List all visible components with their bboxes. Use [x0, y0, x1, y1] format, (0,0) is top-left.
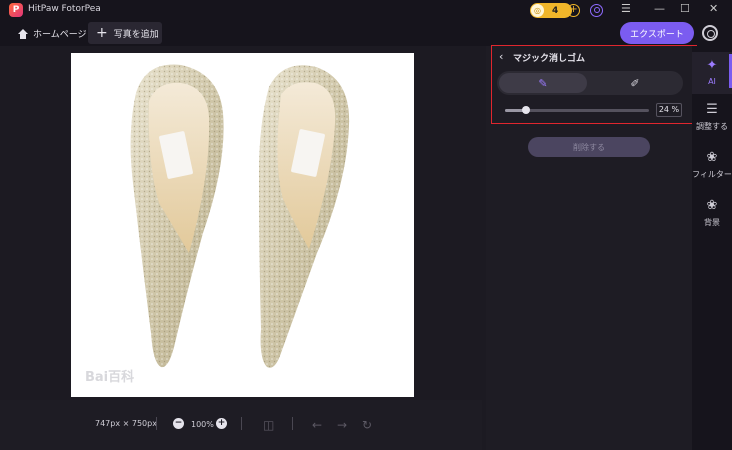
erase-button[interactable]: 削除する — [528, 137, 650, 157]
add-coins-icon[interactable]: + — [567, 4, 580, 17]
divider — [292, 417, 293, 430]
redo-icon[interactable]: → — [337, 418, 347, 432]
add-photo-button[interactable]: + 写真を追加 — [88, 22, 162, 44]
eraser-mode-button[interactable]: ✐ — [590, 73, 680, 93]
reset-icon[interactable]: ↻ — [362, 418, 372, 432]
rail-item-label: 背景 — [704, 218, 720, 227]
zoom-out-button[interactable]: − — [173, 418, 184, 429]
plus-icon: + — [96, 25, 108, 41]
coin-count: 4 — [552, 5, 559, 16]
photo-canvas[interactable] — [71, 53, 414, 397]
rail-item-label: フィルター — [692, 170, 732, 179]
coin-balance[interactable]: ◎ 4 — [530, 3, 572, 18]
background-circles-icon: ❀ — [706, 198, 718, 213]
rail-item-label: AI — [708, 77, 716, 86]
watermark: Bai百科 — [85, 370, 135, 385]
magic-eraser-title: マジック消しゴム — [513, 54, 586, 64]
brush-size-slider[interactable] — [505, 106, 649, 114]
add-photo-label: 写真を追加 — [113, 29, 159, 40]
rail-item-background[interactable]: ❀ 背景 — [692, 192, 732, 234]
shoes-image — [130, 64, 350, 368]
slider-handle[interactable] — [522, 106, 530, 114]
app-title: HitPaw FotorPea — [28, 4, 101, 14]
brush-mode-button[interactable]: ✎ — [499, 73, 587, 93]
sliders-icon: ☰ — [706, 102, 718, 117]
divider — [156, 417, 157, 430]
rail-item-adjust[interactable]: ☰ 調整する — [692, 96, 732, 138]
minimize-icon[interactable]: — — [654, 2, 665, 15]
undo-icon[interactable]: ← — [312, 418, 322, 432]
filter-circles-icon: ❀ — [706, 150, 718, 165]
app-logo-icon: P — [9, 3, 23, 17]
rail-item-label: 調整する — [696, 122, 728, 131]
home-icon — [18, 28, 28, 39]
home-label: ホームページ — [33, 30, 87, 40]
brush-size-value[interactable]: 24 % — [656, 103, 682, 117]
settings-gear-icon[interactable] — [702, 25, 718, 41]
close-icon[interactable]: ✕ — [709, 2, 718, 15]
export-button[interactable]: エクスポート — [620, 22, 694, 44]
brush-icon: ✎ — [538, 76, 548, 90]
rail-item-ai[interactable]: ✦ AI — [692, 52, 732, 94]
zoom-in-button[interactable]: + — [216, 418, 227, 429]
menu-icon[interactable]: ☰ — [621, 2, 631, 15]
home-button[interactable]: ホームページ — [18, 27, 87, 40]
maximize-icon[interactable]: ☐ — [680, 2, 690, 15]
image-dimensions: 747px × 750px — [95, 419, 157, 428]
zoom-level: 100% — [191, 420, 214, 429]
rail-item-filter[interactable]: ❀ フィルター — [692, 144, 732, 186]
back-chevron-icon[interactable]: ‹ — [499, 50, 503, 63]
coin-icon: ◎ — [531, 4, 544, 17]
divider — [241, 417, 242, 430]
ai-spark-icon: ✦ — [706, 58, 718, 73]
user-account-icon[interactable] — [590, 4, 603, 17]
eraser-icon: ✐ — [630, 76, 640, 90]
compare-icon[interactable]: ◫ — [263, 418, 274, 432]
